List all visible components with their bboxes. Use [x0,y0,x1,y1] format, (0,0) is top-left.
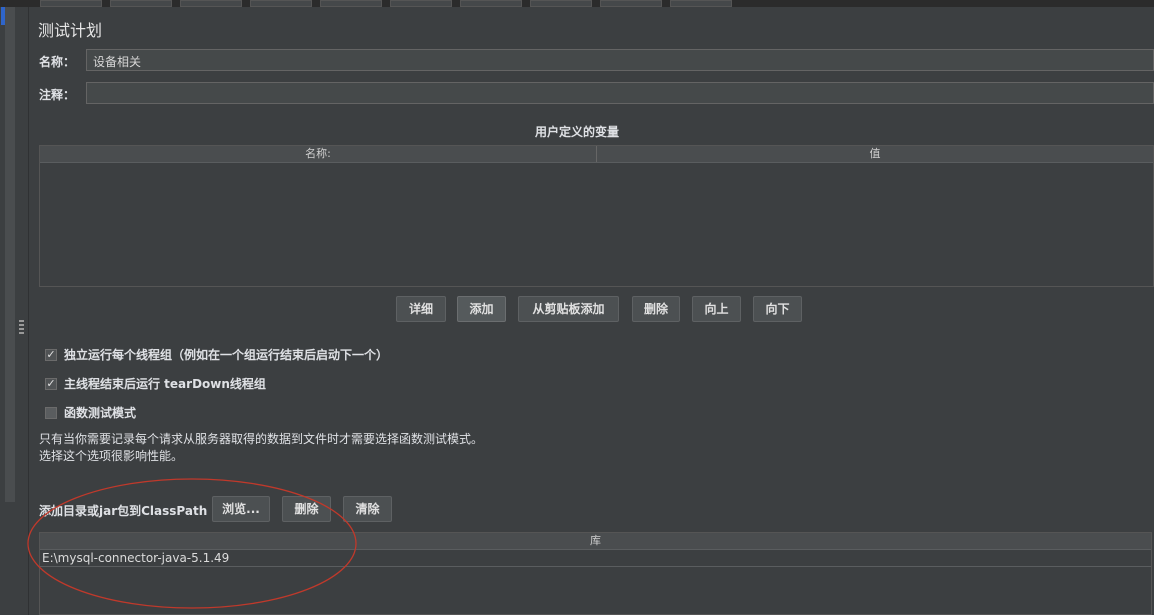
tab-stub[interactable] [600,0,662,7]
name-field[interactable]: 设备相关 [86,49,1154,71]
page-title: 测试计划 [38,21,103,40]
move-up-button[interactable]: 向上 [692,296,741,322]
checkbox-checked-icon[interactable]: ✓ [45,348,57,361]
checkbox-unchecked-icon[interactable] [45,406,57,419]
option-label: 函数测试模式 [64,406,137,420]
browse-button[interactable]: 浏览... [212,496,270,522]
scrollbar-thumb[interactable] [1,7,5,25]
option-label: 主线程结束后运行 tearDown线程组 [64,377,266,391]
name-label: 名称： [39,55,76,69]
classpath-table[interactable]: 库 E:\mysql-connector-java-5.1.49 [39,532,1152,615]
table-row[interactable]: E:\mysql-connector-java-5.1.49 [40,550,1151,567]
variables-table-header: 名称: 值 [40,146,1153,163]
detail-button[interactable]: 详细 [396,296,446,322]
tab-stub[interactable] [460,0,522,7]
column-header-value[interactable]: 值 [596,146,1153,162]
variables-table[interactable]: 名称: 值 [39,145,1154,287]
left-tree-pane-edge [0,7,29,615]
tab-stub[interactable] [530,0,592,7]
classpath-label: 添加目录或jar包到ClassPath [39,504,208,518]
move-down-button[interactable]: 向下 [753,296,802,322]
classpath-delete-button[interactable]: 删除 [282,496,331,522]
checkbox-checked-icon[interactable]: ✓ [45,377,57,390]
tab-stub[interactable] [250,0,312,7]
tab-stub[interactable] [40,0,102,7]
option-label: 独立运行每个线程组（例如在一个组运行结束后启动下一个） [64,348,389,362]
option-functional-test-mode[interactable]: 函数测试模式 [45,404,136,421]
column-header-name[interactable]: 名称: [40,146,596,162]
tab-stub[interactable] [320,0,382,7]
variables-section-title: 用户定义的变量 [534,125,619,139]
delete-button[interactable]: 删除 [632,296,680,322]
option-teardown-after-shutdown[interactable]: ✓ 主线程结束后运行 tearDown线程组 [45,375,266,392]
add-from-clipboard-button[interactable]: 从剪贴板添加 [518,296,619,322]
column-header-library[interactable]: 库 [40,533,1151,549]
option-serialize-thread-groups[interactable]: ✓ 独立运行每个线程组（例如在一个组运行结束后启动下一个） [45,346,388,363]
tab-stub[interactable] [390,0,452,7]
tab-stub[interactable] [110,0,172,7]
top-tab-strip [0,0,1154,7]
tab-stub[interactable] [180,0,242,7]
functional-mode-note-line1: 只有当你需要记录每个请求从服务器取得的数据到文件时才需要选择函数测试模式。 [39,432,484,446]
classpath-table-header: 库 [40,533,1151,550]
comment-label: 注释： [39,88,76,102]
vertical-scrollbar[interactable] [5,7,15,502]
classpath-clear-button[interactable]: 清除 [343,496,392,522]
tab-stub[interactable] [670,0,732,7]
functional-mode-note-line2: 选择这个选项很影响性能。 [39,449,184,463]
add-button[interactable]: 添加 [457,296,506,322]
comment-field[interactable] [86,82,1154,104]
splitter-handle-icon[interactable] [19,320,25,334]
